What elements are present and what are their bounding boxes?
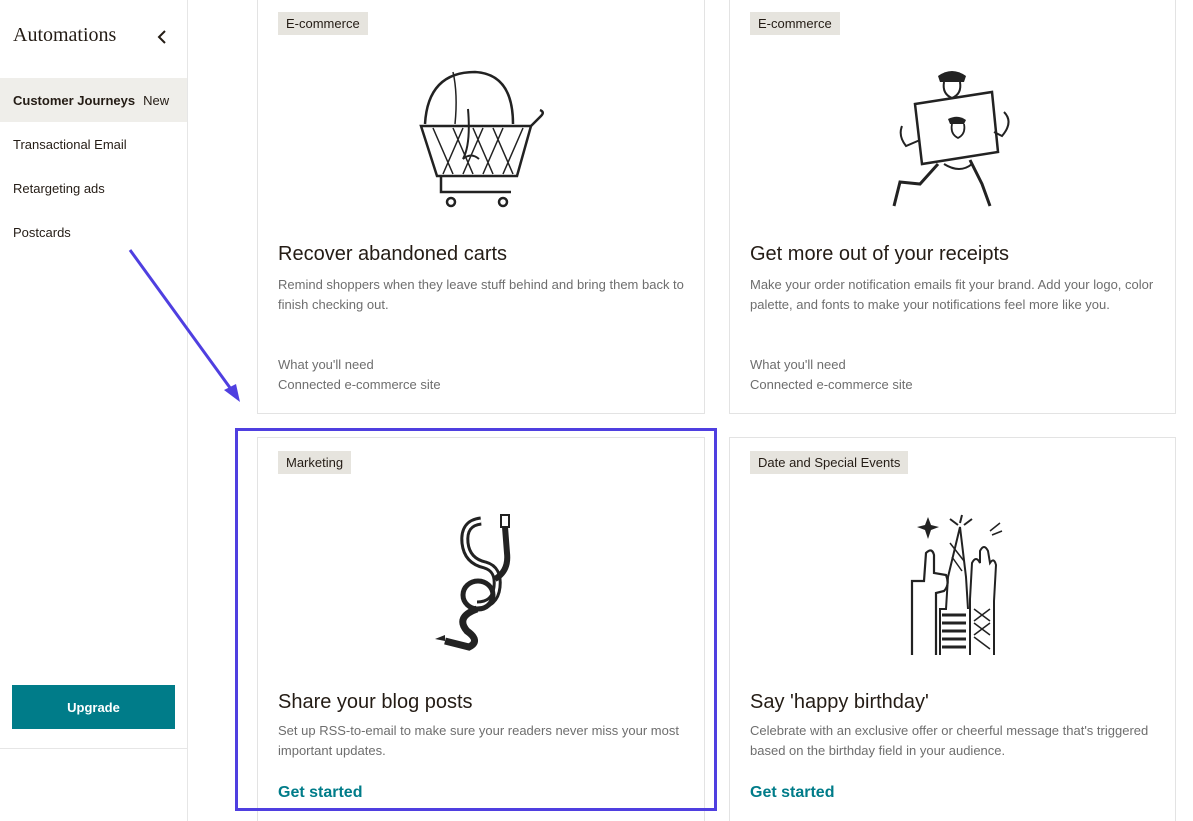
card-title: Say 'happy birthday' bbox=[750, 691, 929, 713]
category-tag: Marketing bbox=[278, 451, 352, 474]
requirements-value: Connected e-commerce site bbox=[278, 377, 441, 392]
upgrade-button[interactable]: Upgrade bbox=[12, 685, 175, 729]
category-tag: E-commerce bbox=[278, 12, 368, 35]
chevron-left-icon bbox=[157, 30, 166, 44]
pencil-chain-illustration bbox=[435, 514, 511, 651]
card-description: Set up RSS-to-email to make sure your re… bbox=[278, 723, 679, 758]
card-description: Remind shoppers when they leave stuff be… bbox=[278, 277, 684, 312]
card-description: Make your order notification emails fit … bbox=[750, 277, 1154, 312]
new-badge: New bbox=[143, 92, 170, 108]
shopping-cart-character-illustration bbox=[419, 70, 544, 208]
sidebar-item-retargeting-ads[interactable]: Retargeting ads bbox=[0, 166, 187, 210]
card-title: Get more out of your receipts bbox=[750, 243, 1010, 265]
get-started-link[interactable]: Get started bbox=[750, 784, 834, 802]
annotation-arrow bbox=[128, 249, 240, 402]
card-recover-abandoned-carts[interactable]: E-commerce Recover abandoned carts Remin… bbox=[257, 0, 705, 414]
category-tag: E-commerce bbox=[750, 12, 840, 35]
celebrating-hands-illustration bbox=[910, 514, 1003, 655]
sidebar-divider bbox=[0, 748, 187, 749]
requirements-label: What you'll need bbox=[750, 357, 846, 372]
sidebar-item-label: Postcards bbox=[13, 224, 71, 240]
card-say-happy-birthday[interactable]: Date and Special Events Say 'happy birth… bbox=[729, 437, 1176, 821]
sidebar-title: Automations bbox=[13, 24, 117, 46]
running-figure-illustration bbox=[892, 71, 1010, 207]
sidebar-item-label: Customer Journeys bbox=[13, 92, 136, 108]
sidebar-item-customer-journeys[interactable]: Customer Journeys New bbox=[0, 78, 187, 122]
sidebar-item-transactional-email[interactable]: Transactional Email bbox=[0, 122, 187, 166]
get-started-link[interactable]: Get started bbox=[278, 784, 362, 802]
card-get-more-out-of-receipts[interactable]: E-commerce Get more out of your receipts… bbox=[729, 0, 1176, 414]
category-tag: Date and Special Events bbox=[750, 451, 909, 474]
requirements-label: What you'll need bbox=[278, 357, 374, 372]
sidebar-item-label: Transactional Email bbox=[13, 136, 127, 152]
card-title: Recover abandoned carts bbox=[278, 243, 508, 265]
sidebar-item-label: Retargeting ads bbox=[13, 180, 105, 196]
card-description: Celebrate with an exclusive offer or che… bbox=[750, 723, 1149, 758]
card-share-blog-posts[interactable]: Marketing Share your blog posts Set up R… bbox=[257, 437, 705, 821]
card-title: Share your blog posts bbox=[278, 691, 473, 713]
sidebar: Automations Customer Journeys New Transa… bbox=[0, 0, 188, 821]
requirements-value: Connected e-commerce site bbox=[750, 377, 913, 392]
collapse-sidebar-button[interactable] bbox=[152, 26, 172, 48]
